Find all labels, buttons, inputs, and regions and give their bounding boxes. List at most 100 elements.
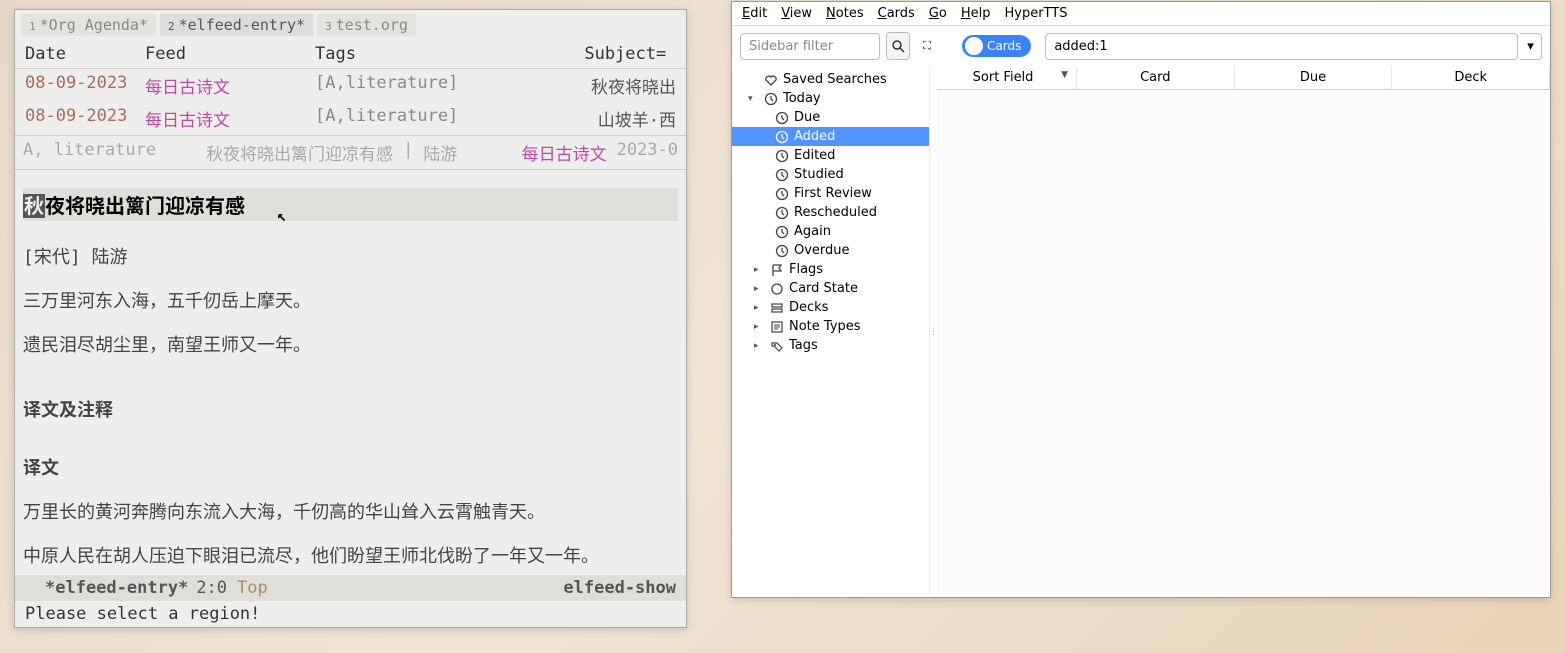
tree-item-saved-searches[interactable]: Saved Searches [732, 70, 929, 89]
menu-view[interactable]: View [781, 6, 812, 21]
tree-item-label: Decks [789, 300, 828, 315]
table-body[interactable] [937, 90, 1550, 597]
meta-sep: | [403, 140, 413, 165]
row-tags: [A,literature] [315, 106, 565, 131]
entry-line: [宋代] 陆游 [23, 241, 678, 275]
minibuffer[interactable]: Please select a region! [15, 601, 686, 627]
tree-item-label: Rescheduled [794, 205, 877, 220]
modeline: *elfeed-entry* 2:0 Top elfeed-show [15, 575, 686, 601]
tree-item-label: Note Types [789, 319, 861, 334]
clock-icon [763, 92, 778, 106]
tree-item-label: Tags [789, 338, 818, 353]
col-card[interactable]: Card [1077, 66, 1235, 89]
menu-go[interactable]: Go [929, 6, 947, 21]
cards-notes-toggle[interactable]: Cards [962, 35, 1031, 57]
toggle-label: Cards [987, 39, 1021, 53]
tree-item-label: Studied [794, 167, 844, 182]
tree-item-label: Today [783, 91, 821, 106]
tree-arrow-icon: ▸ [754, 265, 764, 275]
meta-author: 陆游 [423, 140, 457, 165]
tree-item-first-review[interactable]: First Review [732, 184, 929, 203]
tree-item-label: Card State [789, 281, 858, 296]
clock-icon [774, 130, 789, 144]
sidebar-filter-input[interactable]: Sidebar filter [740, 33, 880, 60]
clock-icon [774, 225, 789, 239]
col-sort-field[interactable]: Sort Field▼ [937, 66, 1077, 89]
tree-item-card-state[interactable]: ▸ Card State [732, 279, 929, 298]
selection-tool-button[interactable]: ⛶ [916, 32, 938, 60]
tree-item-added[interactable]: Added [732, 127, 929, 146]
search-history-dropdown[interactable]: ▾ [1520, 33, 1542, 60]
col-feed-header: Feed [145, 44, 315, 64]
emacs-tab-org-agenda[interactable]: 1*Org Agenda* [21, 14, 156, 36]
row-feed: 每日古诗文 [145, 73, 315, 98]
cursor-char: 秋 [23, 194, 45, 218]
menu-cards[interactable]: Cards [878, 6, 915, 21]
entry-body[interactable]: 秋夜将晓出篱门迎凉有感 ↖ [宋代] 陆游 三万里河东入海，五千仞岳上摩天。 遗… [15, 170, 686, 575]
search-button[interactable] [886, 32, 910, 60]
tree-item-due[interactable]: Due [732, 108, 929, 127]
clock-icon [774, 187, 789, 201]
emacs-tab-bar: 1*Org Agenda* 2*elfeed-entry* 3test.org [15, 10, 686, 40]
tree-item-flags[interactable]: ▸ Flags [732, 260, 929, 279]
tree-item-rescheduled[interactable]: Rescheduled [732, 203, 929, 222]
row-date: 08-09-2023 [25, 73, 145, 98]
row-subject: 山坡羊·西 [565, 106, 676, 131]
elfeed-row[interactable]: 08-09-2023 每日古诗文 [A,literature] 秋夜将晓出 [15, 69, 686, 102]
note-icon [769, 320, 784, 334]
col-subject-header: Subject [565, 44, 656, 64]
tree-item-decks[interactable]: ▸Decks [732, 298, 929, 317]
entry-line: 中原人民在胡人压迫下眼泪已流尽，他们盼望王师北伐盼了一年又一年。 [23, 540, 678, 574]
emacs-tab-elfeed-entry[interactable]: 2*elfeed-entry* [160, 14, 313, 36]
toggle-knob-icon [965, 37, 983, 55]
split-handle[interactable]: ⋮ [930, 66, 937, 597]
clock-icon [774, 111, 789, 125]
tree-item-edited[interactable]: Edited [732, 146, 929, 165]
tree-item-overdue[interactable]: Overdue [732, 241, 929, 260]
menu-hypertts[interactable]: HyperTTS [1005, 6, 1068, 21]
tree-arrow-icon: ▸ [754, 284, 764, 294]
search-query-input[interactable]: added:1 [1045, 33, 1518, 60]
col-tags-header: Tags [315, 44, 565, 64]
anki-menubar: Edit View Notes Cards Go Help HyperTTS [732, 2, 1550, 26]
tree-item-label: First Review [794, 186, 872, 201]
entry-title: 秋夜将晓出篱门迎凉有感 ↖ [23, 188, 678, 221]
tree-item-today[interactable]: ▾Today [732, 89, 929, 108]
elfeed-row[interactable]: 08-09-2023 每日古诗文 [A,literature] 山坡羊·西 [15, 102, 686, 135]
meta-feed: 每日古诗文 [522, 140, 607, 165]
entry-line: 万里长的黄河奔腾向东流入大海，千仞高的华山耸入云霄触青天。 [23, 496, 678, 530]
modeline-pos: Top [237, 578, 268, 598]
anki-browser-window: Edit View Notes Cards Go Help HyperTTS S… [731, 1, 1551, 598]
col-due[interactable]: Due [1235, 66, 1393, 89]
table-header: Sort Field▼ Card Due Deck [937, 66, 1550, 90]
tree-item-studied[interactable]: Studied [732, 165, 929, 184]
tag-icon [769, 339, 784, 353]
chevron-down-icon: ▾ [1527, 39, 1534, 54]
modeline-mode: elfeed-show [563, 578, 676, 598]
tree-arrow-icon: ▸ [754, 341, 764, 351]
tree-item-label: Edited [794, 148, 835, 163]
anki-sidebar[interactable]: Saved Searches▾TodayDueAdded Edited Studie… [732, 66, 930, 597]
menu-notes[interactable]: Notes [826, 6, 864, 21]
tree-item-again[interactable]: Again [732, 222, 929, 241]
tree-item-label: Flags [789, 262, 823, 277]
col-date-header: Date [25, 44, 145, 64]
anki-toolbar: Sidebar filter ⛶ Cards added:1 ▾ [732, 26, 1550, 66]
modeline-coords: 2:0 [196, 578, 227, 598]
menu-help[interactable]: Help [961, 6, 991, 21]
clock-icon [774, 149, 789, 163]
entry-line: 遗民泪尽胡尘里，南望王师又一年。 [23, 329, 678, 363]
flag-icon [769, 263, 784, 277]
tree-item-note-types[interactable]: ▸ Note Types [732, 317, 929, 336]
anki-table: Sort Field▼ Card Due Deck [937, 66, 1550, 597]
tree-item-tags[interactable]: ▸ Tags [732, 336, 929, 355]
row-feed: 每日古诗文 [145, 106, 315, 131]
tree-arrow-icon: ▸ [754, 322, 764, 332]
entry-section: 译文 [23, 452, 678, 486]
col-deck[interactable]: Deck [1392, 66, 1550, 89]
elfeed-header-row: Date Feed Tags Subject = [15, 40, 686, 69]
decks-icon [769, 301, 784, 315]
menu-edit[interactable]: Edit [742, 6, 767, 21]
emacs-tab-test-org[interactable]: 3test.org [317, 14, 416, 36]
meta-date: 2023-0 [617, 140, 678, 165]
